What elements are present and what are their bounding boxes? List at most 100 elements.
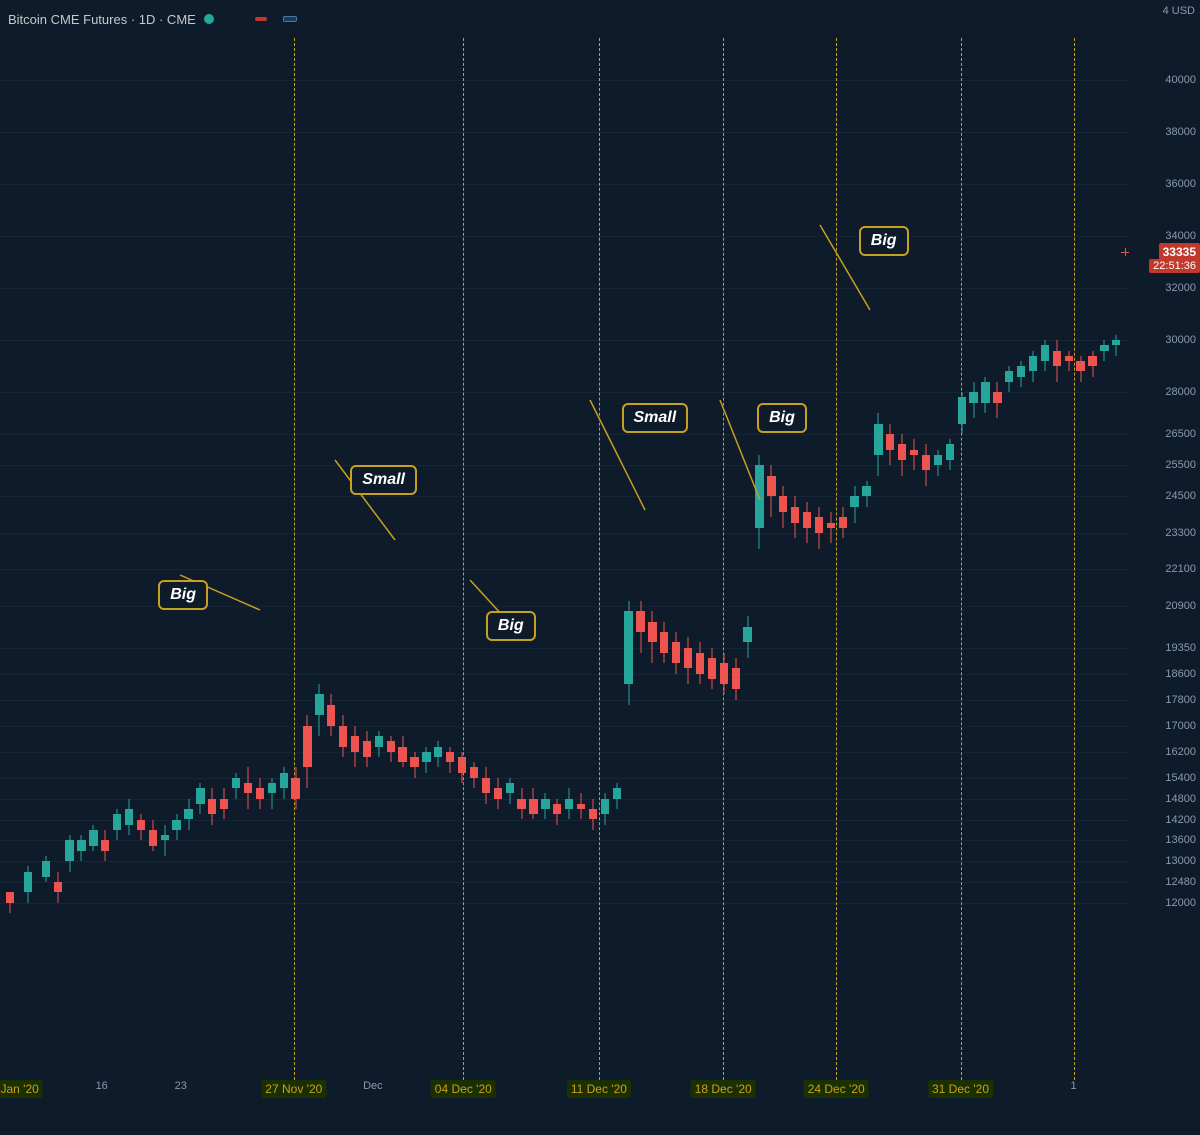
candle-body (958, 397, 966, 423)
price-label: 12480 (1165, 876, 1196, 888)
price-label: 19350 (1165, 642, 1196, 654)
candle-body (672, 642, 680, 663)
annotation-label-3: Small (622, 403, 689, 433)
candle-wick (1104, 340, 1105, 361)
candle-body (874, 424, 882, 455)
candle-body (708, 658, 716, 679)
candle-body (946, 444, 954, 460)
candle-body (24, 872, 32, 893)
candle-body (934, 455, 942, 465)
candle-body (161, 835, 169, 840)
candle-body (553, 804, 561, 814)
candle-body (184, 809, 192, 819)
candle-body (113, 814, 121, 830)
candle-body (624, 611, 632, 684)
candle-body (684, 648, 692, 669)
date-label: 27 Nov '20 (261, 1080, 326, 1098)
candle-body (981, 382, 989, 403)
candle-body (303, 726, 311, 768)
x-axis: 27 Jan '20162327 Nov '20Dec04 Dec '2011 … (0, 1080, 1130, 1105)
candle-body (660, 632, 668, 653)
candles-area (0, 38, 1130, 1080)
date-label: 23 (175, 1080, 187, 1092)
candle-wick (914, 439, 915, 470)
candle-body (351, 736, 359, 752)
candle-body (850, 496, 858, 506)
annotation-label-4: Big (757, 403, 807, 433)
price-label: 18600 (1165, 668, 1196, 680)
annotation-label-0: Big (158, 580, 208, 610)
candle-body (827, 523, 835, 528)
candle-body (434, 747, 442, 757)
candle-body (720, 663, 728, 684)
chart-header: Bitcoin CME Futures · 1D · CME (0, 0, 1200, 38)
candle-wick (1116, 335, 1117, 356)
crosshair-marker (1120, 247, 1130, 257)
date-label: 27 Jan '20 (0, 1080, 43, 1098)
candle-body (375, 736, 383, 746)
price-label: 17000 (1165, 720, 1196, 732)
price-label: 14800 (1165, 793, 1196, 805)
candle-body (398, 747, 406, 763)
candle-body (993, 392, 1001, 402)
candle-body (339, 726, 347, 747)
price-label: 12000 (1165, 897, 1196, 909)
candle-body (172, 820, 180, 830)
candle-body (1088, 356, 1096, 366)
price-label: 23300 (1165, 527, 1196, 539)
date-label: 04 Dec '20 (431, 1080, 496, 1098)
candle-body (577, 804, 585, 809)
price-badge-right (283, 16, 297, 22)
date-label: 16 (96, 1080, 108, 1092)
candle-body (315, 694, 323, 715)
date-label: 31 Dec '20 (928, 1080, 993, 1098)
candle-wick (164, 825, 165, 856)
candle-body (1041, 345, 1049, 361)
candle-body (220, 799, 228, 809)
candle-body (601, 799, 609, 815)
date-label: 24 Dec '20 (804, 1080, 869, 1098)
price-label: 36000 (1165, 178, 1196, 190)
candle-body (1017, 366, 1025, 376)
price-label: 24500 (1165, 490, 1196, 502)
candle-body (125, 809, 133, 825)
candle-body (1029, 356, 1037, 372)
candle-body (446, 752, 454, 762)
candle-body (898, 444, 906, 460)
candle-body (1053, 351, 1061, 367)
candle-body (387, 741, 395, 751)
price-label: 15400 (1165, 772, 1196, 784)
price-label: 26500 (1165, 428, 1196, 440)
annotation-label-2: Big (486, 611, 536, 641)
candle-body (506, 783, 514, 793)
candle-body (613, 788, 621, 798)
y-axis: 4000038000360003400032000300002800026500… (1130, 0, 1200, 1135)
candle-body (910, 450, 918, 455)
candle-body (149, 830, 157, 846)
price-label: 38000 (1165, 126, 1196, 138)
price-label: 17800 (1165, 694, 1196, 706)
price-label: 40000 (1165, 74, 1196, 86)
date-label: 18 Dec '20 (691, 1080, 756, 1098)
candle-wick (830, 512, 831, 543)
price-label: 34000 (1165, 230, 1196, 242)
annotation-label-1: Small (350, 465, 417, 495)
candle-body (767, 476, 775, 497)
candle-body (410, 757, 418, 767)
date-label: 11 Dec '20 (567, 1080, 631, 1098)
candle-body (886, 434, 894, 450)
price-label: 28000 (1165, 386, 1196, 398)
price-label: 14200 (1165, 814, 1196, 826)
candle-body (565, 799, 573, 809)
candle-body (291, 778, 299, 799)
candle-wick (1068, 351, 1069, 372)
price-label: 13000 (1165, 855, 1196, 867)
candle-body (482, 778, 490, 794)
candle-body (244, 783, 252, 793)
candle-body (541, 799, 549, 809)
candle-body (470, 767, 478, 777)
candle-body (589, 809, 597, 819)
candle-body (791, 507, 799, 523)
candle-body (327, 705, 335, 726)
candle-body (517, 799, 525, 809)
